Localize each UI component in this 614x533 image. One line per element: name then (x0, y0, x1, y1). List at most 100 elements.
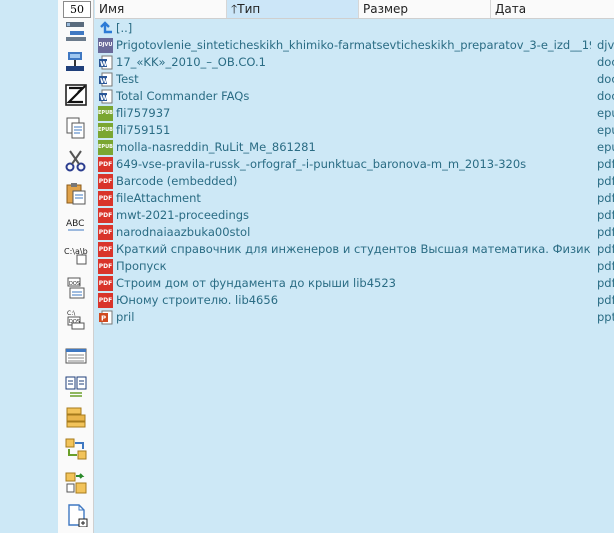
file-ext: pdf (597, 191, 614, 205)
file-row[interactable]: PDF Краткий справочник для инженеров и ст… (95, 241, 614, 258)
up-arrow-icon (100, 21, 112, 34)
new-file-icon (68, 504, 88, 527)
word-doc-icon: W (99, 72, 113, 87)
pdf-icon: PDF (98, 276, 113, 291)
file-row[interactable]: EPUBfli759151 epub (95, 122, 614, 139)
file-list: [..] DJVU Prigotovlenie_sinteticheskikh_kh… (95, 20, 614, 326)
file-name: fli759151 (116, 123, 171, 137)
file-name: Total Commander FAQs (116, 89, 250, 103)
file-row[interactable]: W Total Commander FAQs doc (95, 88, 614, 105)
file-name: Barcode (embedded) (116, 174, 238, 188)
powerpoint-icon: P (99, 310, 113, 325)
file-row[interactable]: PDF fileAttachment pdf (95, 190, 614, 207)
file-name: Строим дом от фундамента до крыши lib452… (116, 276, 396, 290)
file-row[interactable]: W Test doc (95, 71, 614, 88)
file-row[interactable]: PDF 649-vse-pravila-russk_-orfograf_-i-pu… (95, 156, 614, 173)
file-row[interactable]: PDF narodnaiaazbuka00stol pdf (95, 224, 614, 241)
column-type-header[interactable]: 🡑Тип (227, 0, 359, 18)
move-files-icon (65, 438, 87, 460)
file-name: Test (116, 72, 139, 86)
copy-folders-button[interactable] (62, 470, 90, 496)
dos-path-2-icon: C:\DOS (67, 310, 85, 330)
compare-dirs-icon (65, 348, 87, 364)
file-ext: pdf (597, 157, 614, 171)
folder-list-icon (66, 407, 86, 428)
file-ext: pdf (597, 174, 614, 188)
file-name: mwt-2021-proceedings (116, 208, 250, 222)
path-copy-button[interactable]: C:\a\b (62, 240, 90, 266)
network-button[interactable] (62, 18, 90, 44)
file-row[interactable]: PDF Barcode (embedded) pdf (95, 173, 614, 190)
epub-icon: EPUB (98, 140, 113, 155)
file-ext: pdf (597, 276, 614, 290)
pack-zip-button[interactable] (62, 82, 90, 108)
column-size-header[interactable]: Размер (359, 0, 491, 18)
button-bar: 50 ABC C:\a\b DOS C:\ DOS (58, 0, 94, 533)
file-row[interactable]: Ppril ppt (95, 309, 614, 326)
djvu-icon: DJVU (98, 38, 113, 53)
file-name: fli757937 (116, 106, 171, 120)
move-files-button[interactable] (62, 436, 90, 462)
column-header: Имя 🡑Тип Размер Дата (95, 0, 614, 19)
epub-icon: EPUB (98, 106, 113, 121)
paste-icon (66, 183, 86, 205)
pack-zip-icon (65, 84, 87, 106)
file-row[interactable]: W 17_«KK»_2010_–_OB.CO.1 doc (95, 54, 614, 71)
file-panel[interactable]: Имя 🡑Тип Размер Дата [..] DJVU Prigotovlen… (95, 0, 614, 533)
file-row[interactable]: EPUBfli757937 epub (95, 105, 614, 122)
word-doc-icon: W (99, 89, 113, 104)
font-size-button[interactable]: 50 (63, 1, 91, 18)
pdf-icon: PDF (98, 208, 113, 223)
copy-pages-button[interactable] (62, 115, 90, 141)
column-name-header[interactable]: Имя (95, 0, 227, 18)
epub-icon: EPUB (98, 123, 113, 138)
dos-path-icon: DOS (67, 277, 85, 299)
file-row[interactable]: PDF Строим дом от фундамента до крыши lib… (95, 275, 614, 292)
file-row[interactable]: DJVU Prigotovlenie_sinteticheskikh_khimik… (95, 37, 614, 54)
svg-text:W: W (100, 94, 108, 102)
file-ext: epub (597, 123, 614, 137)
column-date-header[interactable]: Дата (491, 0, 614, 18)
file-row[interactable]: EPUBmolla-nasreddin_RuLit_Me_861281 epub (95, 139, 614, 156)
left-gutter (0, 0, 58, 533)
file-ext: pdf (597, 208, 614, 222)
parent-dir-row[interactable]: [..] (95, 20, 614, 37)
cut-scissors-icon (65, 150, 86, 172)
dos-path-2-button[interactable]: C:\ DOS (62, 306, 90, 332)
file-ext: pdf (597, 259, 614, 273)
drives-network-button[interactable] (62, 49, 90, 75)
drives-network-icon (66, 52, 84, 71)
file-name: Пропуск (116, 259, 167, 273)
file-ext: epub (597, 106, 614, 120)
copy-pages-icon (66, 117, 85, 139)
svg-text:W: W (100, 60, 108, 68)
dos-path-button[interactable]: DOS (62, 275, 90, 301)
cut-scissors-button[interactable] (62, 148, 90, 174)
network-icon (66, 22, 86, 41)
sync-pages-button[interactable] (62, 373, 90, 399)
file-name: [..] (116, 21, 133, 35)
copy-folders-icon (65, 472, 87, 494)
new-file-button[interactable] (62, 502, 90, 528)
pdf-icon: PDF (98, 242, 113, 257)
file-ext: doc (597, 55, 614, 69)
pdf-icon: PDF (98, 191, 113, 206)
file-ext: pdf (597, 225, 614, 239)
file-name: 649-vse-pravila-russk_-orfograf_-i-punkt… (116, 157, 527, 171)
folder-list-button[interactable] (62, 404, 90, 430)
file-ext: pdf (597, 293, 614, 307)
abc-rename-button[interactable]: ABC (62, 210, 90, 236)
svg-text:DOS: DOS (69, 281, 80, 287)
file-row[interactable]: PDF mwt-2021-proceedings pdf (95, 207, 614, 224)
compare-dirs-button[interactable] (62, 342, 90, 368)
svg-text:ABC: ABC (66, 219, 84, 229)
file-ext: doc (597, 72, 614, 86)
file-ext: doc (597, 89, 614, 103)
sync-pages-icon (65, 376, 87, 397)
file-row[interactable]: PDF Пропуск pdf (95, 258, 614, 275)
file-ext: ppt (597, 310, 614, 324)
paste-button[interactable] (62, 181, 90, 207)
pdf-icon: PDF (98, 174, 113, 189)
file-name: molla-nasreddin_RuLit_Me_861281 (116, 140, 316, 154)
file-row[interactable]: PDF Юному строителю. lib4656 pdf (95, 292, 614, 309)
